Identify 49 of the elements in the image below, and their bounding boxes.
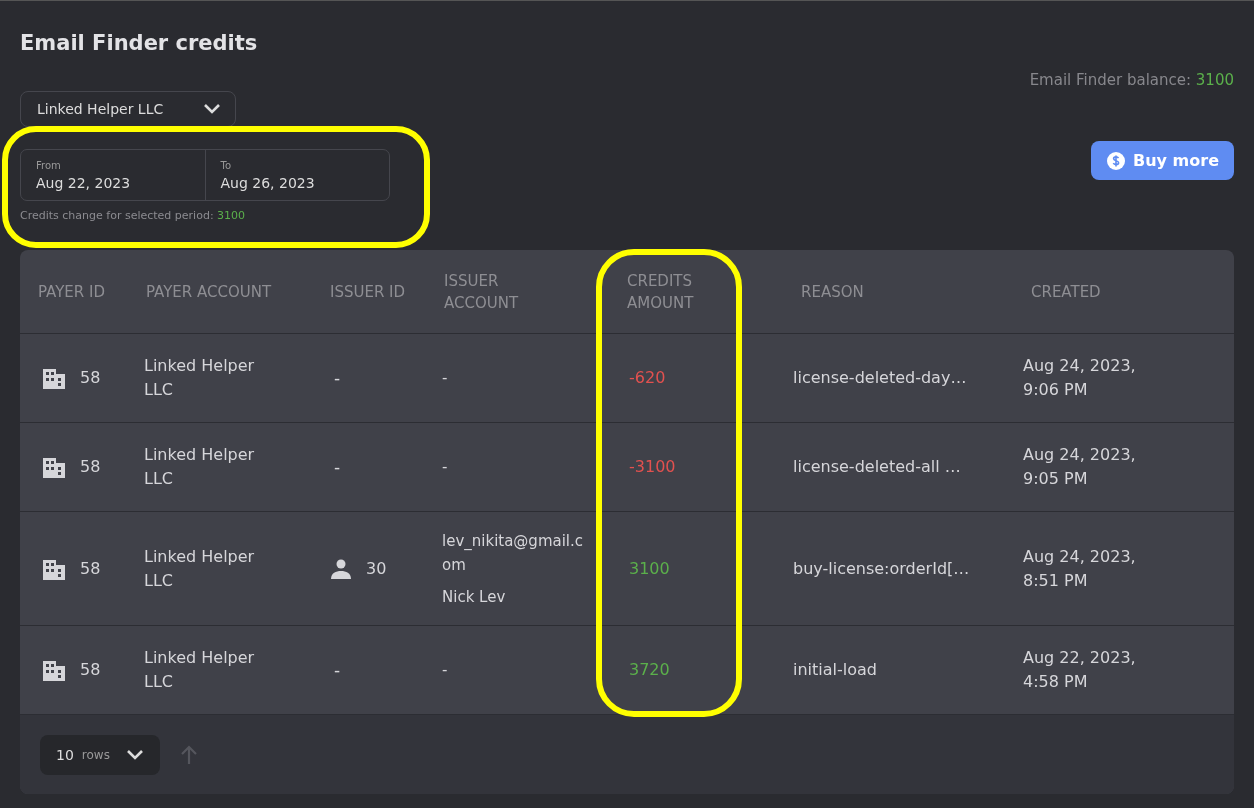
credits-amount: -3100 <box>629 456 676 478</box>
table-cell-text: - <box>442 457 449 478</box>
table-cell-text: - <box>442 660 449 681</box>
table-cell-text: 58 <box>80 659 101 681</box>
table-cell-text: - <box>333 457 341 477</box>
table-cell-text: license-deleted-all … <box>793 456 961 478</box>
chevron-down-icon <box>203 103 221 115</box>
table-cell-text: Aug 24, 2023, 9:05 PM <box>1023 444 1137 490</box>
credits-amount: -620 <box>629 367 666 389</box>
column-header: ISSUER ID <box>329 281 407 303</box>
table-cell-text: - <box>333 368 341 388</box>
column-header: CREDITS AMOUNT <box>626 270 695 314</box>
column-header: REASON <box>800 281 865 303</box>
table-cell-text: - <box>333 660 341 680</box>
period-change-text: Credits change for selected period: 3100 <box>20 209 247 222</box>
sort-arrow-up-icon[interactable] <box>179 744 198 765</box>
balance-text: Email Finder balance: 3100 <box>1029 71 1234 89</box>
column-header: CREATED <box>1030 281 1102 303</box>
column-header: PAYER ID <box>37 281 106 303</box>
building-icon <box>42 557 66 580</box>
table-cell-text: Linked Helper LLC <box>144 545 255 592</box>
building-icon <box>42 659 66 681</box>
column-header: ISSUER ACCOUNT <box>443 270 520 314</box>
table-cell-text: 58 <box>80 456 101 478</box>
table-cell-text: 30 <box>366 557 387 580</box>
table-cell-text: Aug 24, 2023, 9:06 PM <box>1023 355 1137 401</box>
table-cell-text: lev_nikita@gmail.com <box>442 530 585 576</box>
person-icon <box>330 557 352 580</box>
page-title: Email Finder credits <box>20 31 259 55</box>
table-cell-text: 58 <box>80 557 101 580</box>
table-cell-text: Aug 24, 2023, 8:51 PM <box>1023 545 1137 592</box>
table-cell-text: license-deleted-day… <box>793 367 967 389</box>
building-icon <box>42 367 66 389</box>
table-cell-text: - <box>442 368 449 389</box>
table-cell-text: Nick Lev <box>442 586 507 608</box>
rows-per-page-select[interactable]: 10 rows <box>40 734 160 775</box>
table-cell-text: Aug 22, 2023, 4:58 PM <box>1023 647 1137 693</box>
table-cell-text: Linked Helper LLC <box>144 444 255 490</box>
table-cell-text: initial-load <box>793 659 877 681</box>
table-cell-text: buy-license:orderId[… <box>793 557 970 580</box>
table-cell-text: Linked Helper LLC <box>144 647 255 693</box>
credits-amount: 3100 <box>629 557 670 580</box>
building-icon <box>42 456 66 478</box>
table-cell-text: 58 <box>80 367 101 389</box>
chevron-down-icon <box>125 748 144 761</box>
credits-amount: 3720 <box>629 659 670 681</box>
dollar-coin-icon <box>1107 151 1125 170</box>
table-cell-text: Linked Helper LLC <box>144 355 255 401</box>
column-header: PAYER ACCOUNT <box>145 281 273 303</box>
